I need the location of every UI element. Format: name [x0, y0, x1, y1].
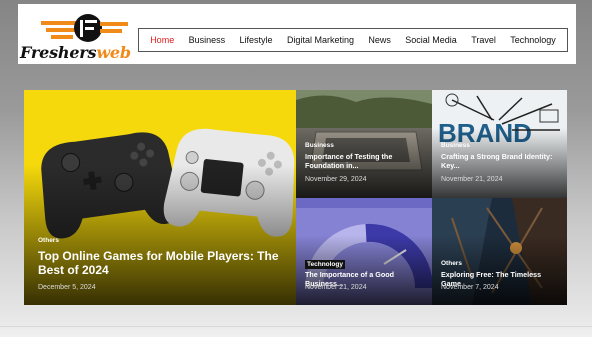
featured-card-foundation[interactable]: Business Importance of Testing the Found…	[296, 90, 432, 198]
card-date: December 5, 2024	[38, 284, 96, 291]
nav-technology[interactable]: Technology	[510, 35, 556, 45]
featured-card-game[interactable]: Others Exploring Free: The Timeless Game…	[432, 198, 567, 305]
featured-card-main[interactable]: Others Top Online Games for Mobile Playe…	[24, 90, 296, 305]
card-category[interactable]: Others	[441, 260, 462, 267]
nav-social-media[interactable]: Social Media	[405, 35, 457, 45]
main-nav: Home Business Lifestyle Digital Marketin…	[138, 28, 568, 52]
card-category[interactable]: Others	[38, 237, 59, 244]
card-date: November 29, 2024	[305, 176, 367, 183]
nav-news[interactable]: News	[368, 35, 391, 45]
card-category[interactable]: Business	[441, 142, 470, 149]
card-title[interactable]: Top Online Games for Mobile Players: The…	[38, 249, 288, 278]
card-date: November 7, 2024	[441, 284, 499, 291]
featured-card-business[interactable]: Technology The Importance of a Good Busi…	[296, 198, 432, 305]
nav-digital-marketing[interactable]: Digital Marketing	[287, 35, 354, 45]
card-date: November 21, 2024	[305, 284, 367, 291]
divider	[0, 326, 592, 327]
card-date: November 21, 2024	[441, 176, 503, 183]
featured-card-brand[interactable]: BRAND Business Crafting a Strong Brand I…	[432, 90, 567, 198]
site-header: Freshersweb Home Business Lifestyle Digi…	[18, 4, 576, 64]
card-category[interactable]: Business	[305, 142, 334, 149]
site-logo-text: Freshersweb	[20, 43, 131, 62]
card-category[interactable]: Technology	[305, 260, 345, 269]
featured-grid: Others Top Online Games for Mobile Playe…	[24, 90, 567, 305]
nav-lifestyle[interactable]: Lifestyle	[240, 35, 273, 45]
nav-travel[interactable]: Travel	[471, 35, 496, 45]
card-title[interactable]: Crafting a Strong Brand Identity: Key...	[441, 152, 563, 170]
nav-business[interactable]: Business	[189, 35, 226, 45]
card-title[interactable]: Importance of Testing the Foundation in.…	[305, 152, 427, 170]
nav-home[interactable]: Home	[150, 35, 174, 45]
site-logo[interactable]: Freshersweb	[18, 4, 138, 64]
